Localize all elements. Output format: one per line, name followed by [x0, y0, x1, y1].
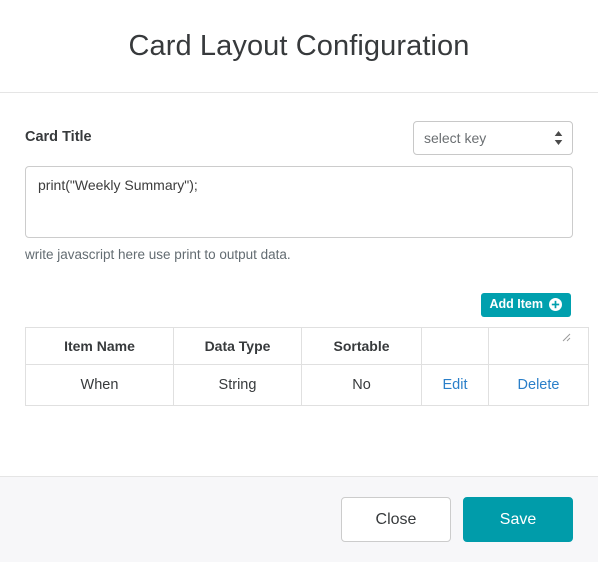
javascript-code-editor[interactable]	[25, 166, 573, 238]
column-header-delete	[488, 326, 589, 365]
cell-sortable: No	[301, 363, 422, 406]
select-key-dropdown[interactable]: select key	[413, 121, 573, 155]
add-item-button[interactable]: Add Item	[480, 292, 571, 317]
dialog-body: Card Title select key write javascript h…	[0, 93, 598, 476]
cell-edit: Edit	[421, 363, 489, 406]
page-title: Card Layout Configuration	[128, 29, 470, 62]
card-layout-configuration-dialog: Card Layout Configuration Card Title sel…	[0, 0, 598, 562]
plus-circle-icon	[549, 298, 562, 312]
select-key-value: select key	[424, 130, 487, 146]
column-header-sortable: Sortable	[301, 326, 422, 365]
spinner-arrows-icon	[553, 129, 564, 147]
card-title-row: Card Title select key	[25, 121, 573, 159]
column-header-edit	[421, 326, 489, 365]
delete-link[interactable]: Delete	[518, 377, 560, 393]
close-button[interactable]: Close	[341, 497, 451, 542]
dialog-header: Card Layout Configuration	[0, 0, 598, 93]
table-toolbar: Add Item	[25, 292, 573, 317]
table-row: When String No Edit Delete	[25, 363, 589, 406]
add-item-label: Add Item	[489, 297, 543, 312]
table-header-row: Item Name Data Type Sortable	[25, 326, 589, 365]
dialog-footer: Close Save	[0, 476, 598, 562]
table-body: When String No Edit Delete	[25, 363, 589, 406]
card-items-table: Item Name Data Type Sortable When String…	[25, 326, 589, 406]
table-head: Item Name Data Type Sortable	[25, 326, 589, 365]
cell-delete: Delete	[488, 363, 589, 406]
cell-item-name: When	[25, 363, 174, 406]
edit-link[interactable]: Edit	[443, 377, 468, 393]
column-header-data-type: Data Type	[173, 326, 302, 365]
card-title-label: Card Title	[25, 129, 92, 145]
cell-data-type: String	[173, 363, 302, 406]
save-button[interactable]: Save	[463, 497, 573, 542]
code-editor-help-text: write javascript here use print to outpu…	[25, 247, 291, 262]
column-header-item-name: Item Name	[25, 326, 174, 365]
